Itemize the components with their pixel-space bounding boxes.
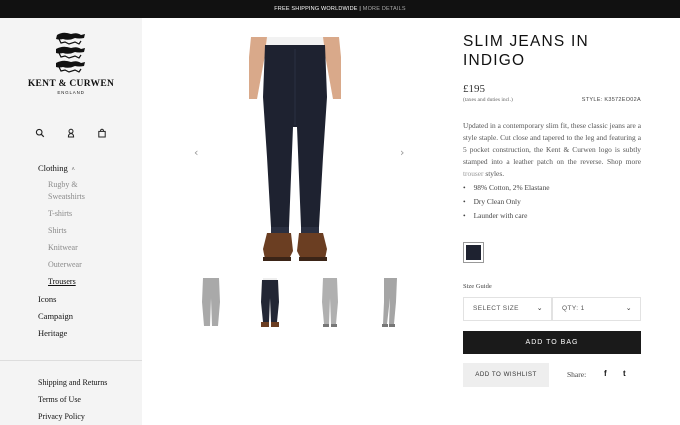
bag-icon[interactable] bbox=[97, 125, 107, 138]
gallery-next-icon[interactable]: › bbox=[400, 146, 404, 159]
user-icon[interactable] bbox=[66, 125, 76, 138]
thumbnail-3[interactable] bbox=[318, 278, 342, 328]
quantity-select-value: QTY: 1 bbox=[562, 305, 585, 312]
swatch-fill bbox=[466, 245, 481, 260]
sidebar-divider bbox=[0, 360, 142, 361]
shipping-returns-link[interactable]: Shipping and Returns bbox=[38, 377, 107, 394]
nav-campaign[interactable]: Campaign bbox=[38, 310, 85, 327]
chevron-up-icon: ^ bbox=[71, 167, 75, 173]
sidebar-nav: Clothing ^ Rugby & Sweatshirts T-shirts S… bbox=[38, 162, 85, 344]
thumbnail-2[interactable] bbox=[258, 278, 282, 328]
nav-clothing[interactable]: Clothing ^ bbox=[38, 162, 85, 179]
nav-clothing-label: Clothing bbox=[38, 163, 68, 173]
free-shipping-text: FREE SHIPPING WORLDWIDE bbox=[274, 6, 358, 12]
brand-logo[interactable]: KENT & CURWEN ENGLAND bbox=[26, 30, 116, 95]
color-swatch-indigo[interactable] bbox=[463, 242, 484, 263]
thumbnail-1[interactable] bbox=[199, 278, 223, 328]
nav-heritage[interactable]: Heritage bbox=[38, 327, 85, 344]
size-select[interactable]: SELECT SIZE ⌄ bbox=[463, 297, 552, 321]
product-description: Updated in a contemporary slim fit, thes… bbox=[463, 120, 641, 180]
announcement-separator: | bbox=[359, 6, 362, 12]
description-text: Updated in a contemporary slim fit, thes… bbox=[463, 121, 641, 166]
twitter-icon[interactable]: t bbox=[623, 369, 626, 378]
nav-sub-sweatshirts[interactable]: Sweatshirts bbox=[48, 191, 85, 203]
announcement-bar: FREE SHIPPING WORLDWIDE | MORE DETAILS bbox=[0, 0, 680, 18]
quantity-select[interactable]: QTY: 1 ⌄ bbox=[552, 297, 641, 321]
product-price: £195 bbox=[463, 83, 485, 95]
style-code: STYLE: K3572EO02A bbox=[581, 97, 641, 103]
size-guide-link[interactable]: Size Guide bbox=[463, 283, 492, 290]
nav-sub-tshirts[interactable]: T-shirts bbox=[48, 208, 85, 220]
search-icon[interactable] bbox=[35, 125, 45, 138]
nav-sub-rugby[interactable]: Rugby & bbox=[48, 179, 85, 191]
add-to-bag-button[interactable]: ADD TO BAG bbox=[463, 331, 641, 354]
nav-icons[interactable]: Icons bbox=[38, 293, 85, 310]
nav-sub-shirts[interactable]: Shirts bbox=[48, 225, 85, 237]
thumbnail-4[interactable] bbox=[377, 278, 401, 328]
terms-link[interactable]: Terms of Use bbox=[38, 394, 107, 411]
share-label: Share: bbox=[567, 370, 587, 379]
privacy-link[interactable]: Privacy Policy bbox=[38, 411, 107, 425]
nav-sub-knitwear[interactable]: Knitwear bbox=[48, 242, 85, 254]
brand-location: ENGLAND bbox=[57, 90, 85, 95]
sidebar: KENT & CURWEN ENGLAND Clothing ^ Rugby & … bbox=[0, 18, 142, 425]
gallery-prev-icon[interactable]: ‹ bbox=[194, 146, 198, 159]
nav-sub-outerwear[interactable]: Outerwear bbox=[48, 259, 85, 271]
more-details-link[interactable]: MORE DETAILS bbox=[363, 6, 406, 12]
product-title: SLIM JEANS IN INDIGO bbox=[463, 33, 589, 69]
trouser-link[interactable]: trouser bbox=[463, 169, 484, 178]
header-icons bbox=[35, 125, 107, 138]
chevron-down-icon: ⌄ bbox=[536, 305, 543, 312]
tax-note: (taxes and duties incl.) bbox=[463, 97, 513, 103]
detail-cleaning: Dry Clean Only bbox=[463, 195, 550, 209]
footer-links: Shipping and Returns Terms of Use Privac… bbox=[38, 377, 107, 425]
size-select-value: SELECT SIZE bbox=[473, 305, 519, 312]
add-to-wishlist-button[interactable]: ADD TO WISHLIST bbox=[463, 363, 549, 387]
nav-sub-trousers[interactable]: Trousers bbox=[48, 276, 85, 288]
lions-crest-icon bbox=[56, 32, 85, 73]
product-details: 98% Cotton, 2% Elastane Dry Clean Only L… bbox=[463, 181, 550, 223]
description-end: styles. bbox=[483, 169, 505, 178]
product-main-image bbox=[249, 37, 341, 261]
facebook-icon[interactable]: f bbox=[604, 369, 607, 378]
detail-care: Launder with care bbox=[463, 209, 550, 223]
detail-composition: 98% Cotton, 2% Elastane bbox=[463, 181, 550, 195]
chevron-down-icon: ⌄ bbox=[625, 305, 632, 312]
brand-name: KENT & CURWEN bbox=[27, 79, 115, 89]
